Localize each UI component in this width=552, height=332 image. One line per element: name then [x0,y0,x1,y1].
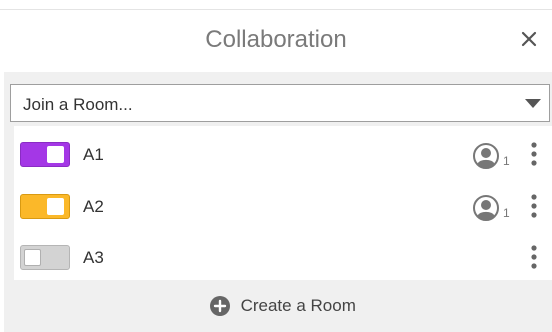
room-list: A1 1 A2 1 A3 [14,126,552,280]
user-icon [473,195,499,221]
create-room-content: Create a Room [14,296,552,316]
more-vertical-icon [531,142,537,166]
panel-header: Collaboration [0,10,552,72]
toggle-knob [47,198,64,215]
room-users: 1 [472,142,518,170]
more-vertical-icon [531,194,537,218]
join-room-select[interactable]: Join a Room... [10,84,550,122]
room-users: 1 [472,194,518,222]
toggle-knob [47,146,64,163]
room-toggle-a1[interactable] [20,142,70,167]
room-name: A1 [83,145,104,164]
join-room-select-value: Join a Room... [23,95,133,114]
user-icon [473,143,499,169]
panel-title: Collaboration [205,26,347,53]
room-toggle-a3[interactable] [20,245,70,270]
room-row-a3: A3 [14,232,552,282]
room-menu-button[interactable] [528,141,540,169]
room-toggle-a2[interactable] [20,194,70,219]
more-vertical-icon [531,245,537,269]
room-row-a1: A1 1 [14,129,552,179]
room-menu-button[interactable] [528,244,540,272]
room-menu-button[interactable] [528,193,540,221]
create-room-label: Create a Room [240,296,356,315]
room-row-a2: A2 1 [14,181,552,231]
toggle-knob [24,249,41,266]
room-name: A2 [83,197,104,216]
close-icon [521,31,537,47]
plus-circle-icon [210,296,231,316]
caret-down-icon [525,99,541,108]
room-user-count: 1 [503,154,510,168]
room-user-count: 1 [503,206,510,220]
create-room-button[interactable]: Create a Room [14,284,552,326]
close-button[interactable] [514,24,544,54]
room-name: A3 [83,248,104,267]
